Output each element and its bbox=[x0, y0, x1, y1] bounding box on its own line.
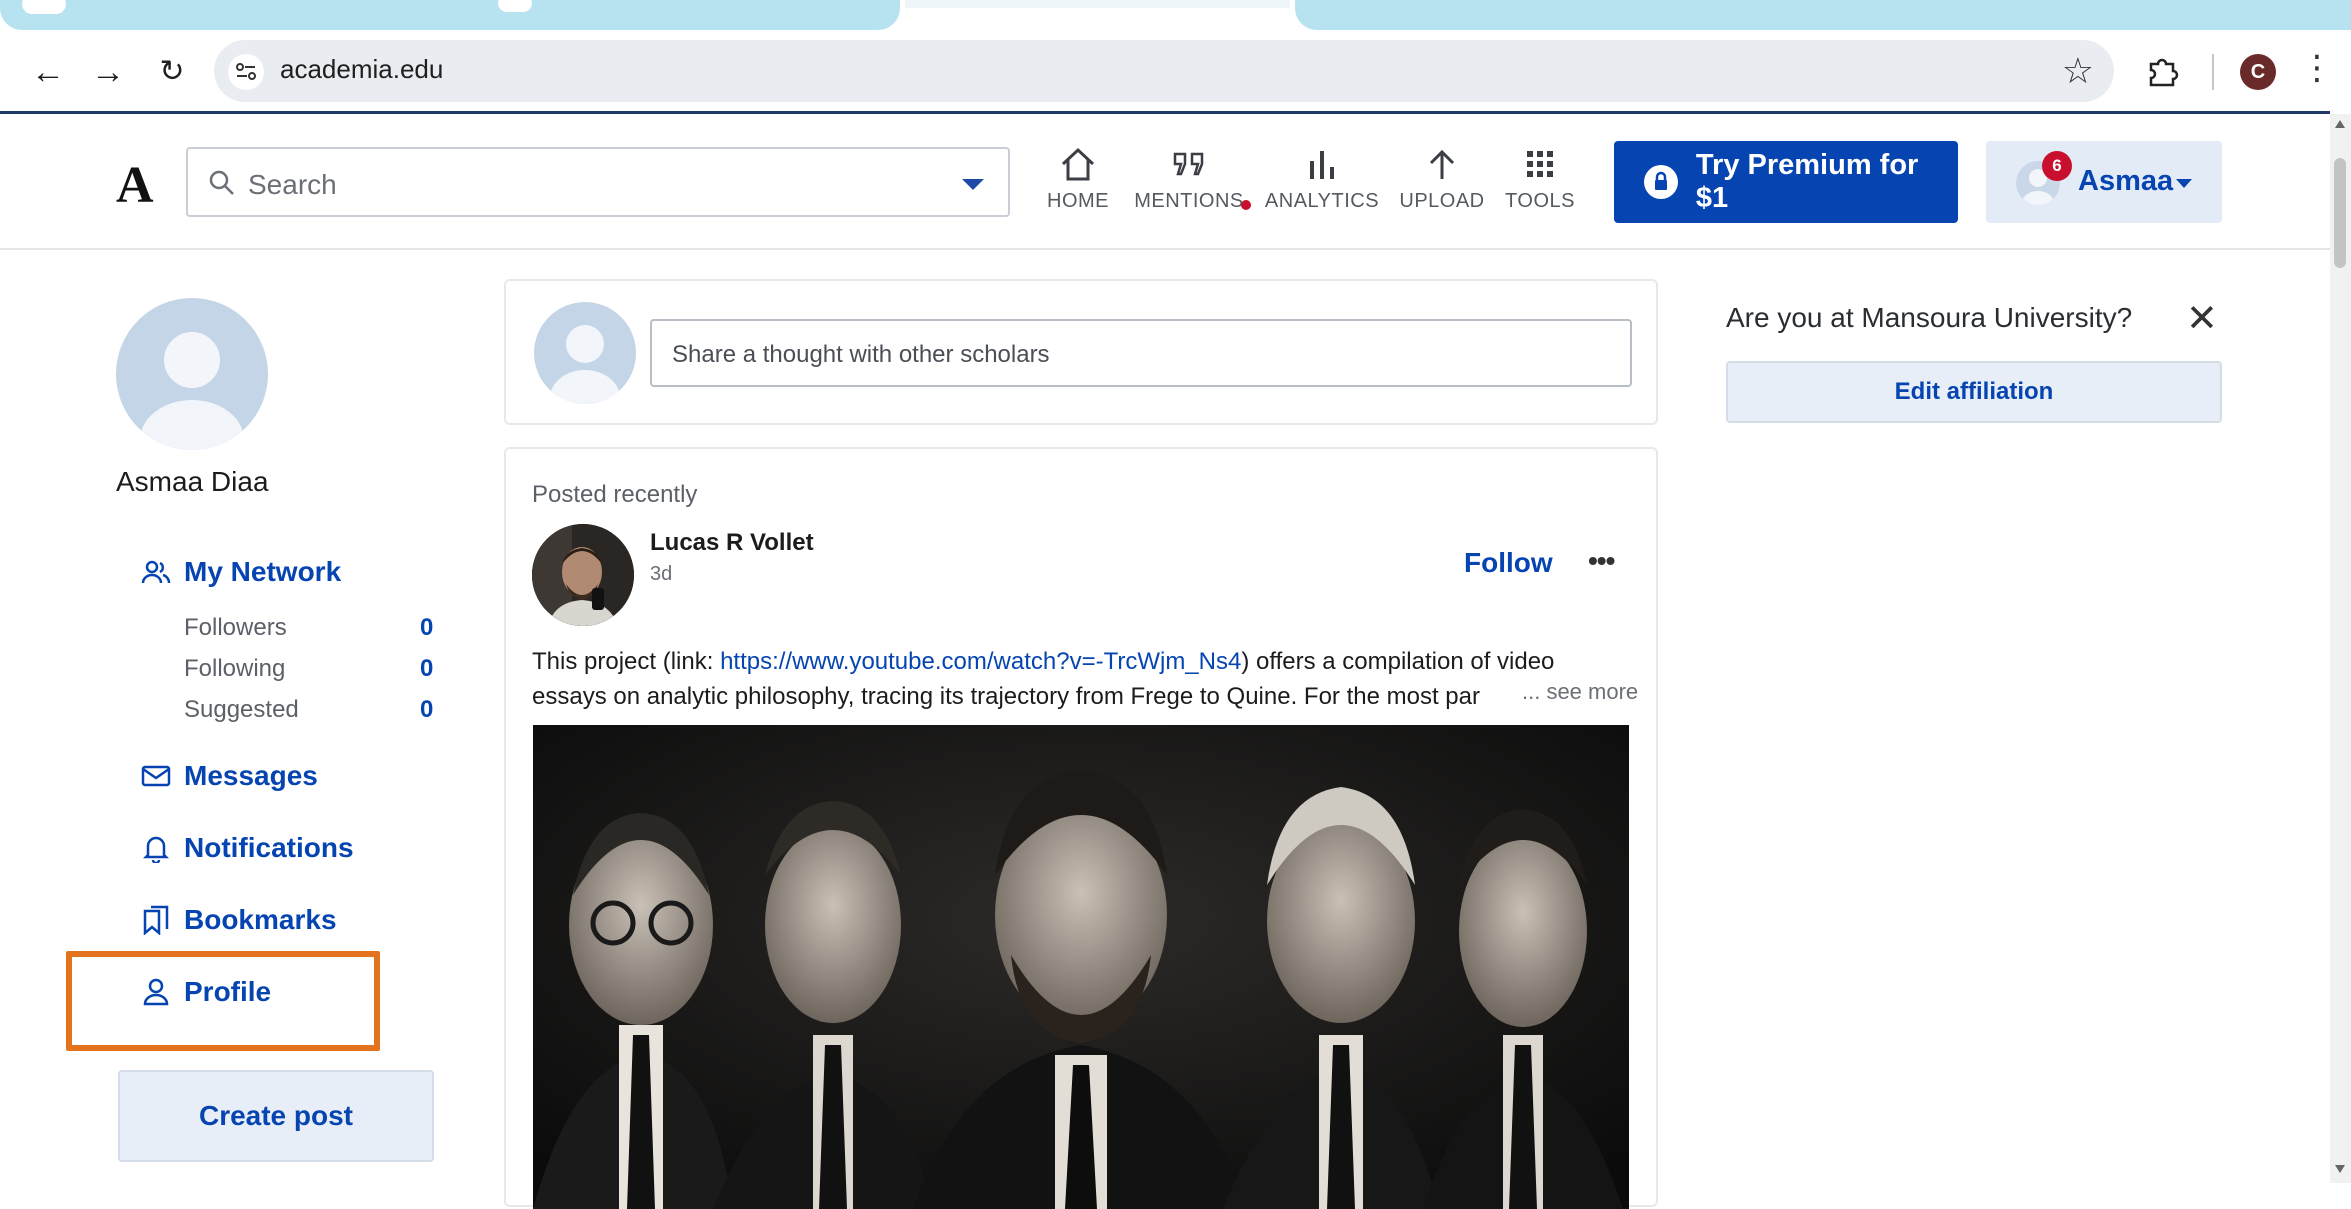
close-icon[interactable]: ✕ bbox=[2186, 296, 2218, 341]
browser-menu-icon[interactable]: ⋮ bbox=[2300, 48, 2334, 88]
browser-profile-avatar[interactable]: C bbox=[2240, 54, 2276, 90]
envelope-icon bbox=[140, 760, 172, 792]
profile-name[interactable]: Asmaa Diaa bbox=[116, 466, 269, 498]
nav-analytics[interactable]: ANALYTICS bbox=[1262, 142, 1382, 222]
search-icon bbox=[208, 169, 236, 202]
follow-button[interactable]: Follow bbox=[1464, 547, 1553, 579]
extensions-puzzle-icon[interactable] bbox=[2145, 54, 2179, 93]
grid-icon bbox=[1502, 142, 1578, 186]
sidebar-item-label: Messages bbox=[184, 760, 318, 791]
bar-chart-icon bbox=[1262, 142, 1382, 186]
url-text[interactable]: academia.edu bbox=[280, 54, 443, 85]
stat-followers[interactable]: Followers 0 bbox=[184, 614, 444, 642]
stat-label: Following bbox=[184, 655, 286, 682]
stat-following[interactable]: Following 0 bbox=[184, 655, 444, 683]
sidebar-item-bookmarks[interactable]: Bookmarks bbox=[140, 900, 337, 940]
post-body: This project (link: https://www.youtube.… bbox=[532, 644, 1632, 714]
post-text-start: This project (link: bbox=[532, 648, 721, 675]
nav-home[interactable]: HOME bbox=[1042, 142, 1114, 222]
try-premium-label: Try Premium for $1 bbox=[1695, 149, 1919, 214]
share-thought-input[interactable]: Share a thought with other scholars bbox=[650, 319, 1632, 387]
user-menu-button[interactable]: 6 Asmaa bbox=[1986, 141, 2222, 223]
stat-value: 0 bbox=[420, 655, 434, 682]
post-kicker: Posted recently bbox=[532, 481, 698, 508]
post-image[interactable] bbox=[533, 725, 1629, 1209]
lock-icon bbox=[1644, 165, 1678, 199]
user-menu-name: Asmaa bbox=[2078, 165, 2174, 197]
nav-home-label: HOME bbox=[1047, 190, 1109, 212]
stat-value: 0 bbox=[420, 696, 434, 723]
browser-toolbar: ← → ↻ academia.edu ☆ C ⋮ bbox=[0, 34, 2351, 114]
nav-tools[interactable]: TOOLS bbox=[1502, 142, 1578, 222]
stat-label: Suggested bbox=[184, 696, 299, 723]
browser-tab-active[interactable] bbox=[905, 0, 1290, 8]
address-bar[interactable]: academia.edu ☆ bbox=[214, 40, 2114, 102]
stat-label: Followers bbox=[184, 614, 287, 641]
nav-mentions[interactable]: MENTIONS bbox=[1133, 142, 1251, 222]
browser-tab-strip bbox=[0, 0, 2351, 34]
home-icon bbox=[1042, 142, 1114, 186]
sidebar-item-notifications[interactable]: Notifications bbox=[140, 828, 354, 868]
page-scrollbar[interactable] bbox=[2330, 114, 2351, 1183]
post-more-options-icon[interactable]: ••• bbox=[1588, 545, 1615, 577]
browser-tab[interactable] bbox=[1295, 0, 2351, 30]
quote-icon bbox=[1133, 142, 1245, 186]
academia-logo[interactable]: A bbox=[116, 156, 154, 215]
scroll-up-arrow-icon[interactable] bbox=[2335, 120, 2345, 128]
affiliation-question: Are you at Mansoura University? bbox=[1726, 302, 2133, 333]
sidebar-item-label: Bookmarks bbox=[184, 904, 337, 935]
back-arrow-icon[interactable]: ← bbox=[28, 52, 68, 92]
sidebar-item-my-network[interactable]: My Network bbox=[140, 552, 341, 592]
see-more-link[interactable]: ... see more bbox=[1508, 679, 1639, 705]
toolbar-divider bbox=[2212, 54, 2214, 90]
try-premium-button[interactable]: Try Premium for $1 bbox=[1614, 141, 1958, 223]
share-thought-placeholder: Share a thought with other scholars bbox=[672, 341, 1050, 368]
stat-suggested[interactable]: Suggested 0 bbox=[184, 696, 444, 724]
bell-icon bbox=[140, 832, 172, 864]
user-avatar bbox=[534, 302, 636, 404]
post-link[interactable]: https://www.youtube.com/watch?v=-TrcWjm_… bbox=[720, 648, 1241, 675]
browser-tab[interactable] bbox=[0, 0, 900, 30]
scrollbar-thumb[interactable] bbox=[2334, 158, 2346, 268]
share-thought-card: Share a thought with other scholars bbox=[504, 279, 1658, 425]
post-card: Posted recently Lucas R Vollet 3d Follow… bbox=[504, 447, 1658, 1209]
chevron-down-icon bbox=[2176, 179, 2192, 188]
create-post-button[interactable]: Create post bbox=[118, 1070, 434, 1162]
profile-avatar[interactable] bbox=[116, 298, 268, 450]
sidebar-item-label: Notifications bbox=[184, 832, 354, 863]
edit-affiliation-button[interactable]: Edit affiliation bbox=[1726, 361, 2222, 423]
site-header: A Search HOME MENTIONS ANALYTICS UPLOAD bbox=[0, 114, 2330, 250]
bookmark-star-icon[interactable]: ☆ bbox=[2062, 50, 2094, 92]
reload-icon[interactable]: ↻ bbox=[152, 52, 192, 92]
nav-analytics-label: ANALYTICS bbox=[1264, 190, 1380, 212]
profile-highlight-box bbox=[66, 951, 380, 1051]
nav-upload-label: UPLOAD bbox=[1399, 190, 1485, 212]
post-timestamp: 3d bbox=[650, 563, 673, 585]
notification-count-badge: 6 bbox=[2042, 151, 2072, 181]
author-avatar[interactable] bbox=[532, 524, 634, 626]
scroll-down-arrow-icon[interactable] bbox=[2335, 1165, 2345, 1173]
network-people-icon bbox=[140, 556, 172, 588]
mentions-unread-dot bbox=[1241, 200, 1251, 210]
nav-tools-label: TOOLS bbox=[1505, 190, 1575, 212]
bookmarks-icon bbox=[140, 904, 172, 936]
sidebar-item-label: My Network bbox=[184, 556, 342, 587]
forward-arrow-icon[interactable]: → bbox=[88, 52, 128, 92]
search-dropdown-icon[interactable] bbox=[962, 179, 984, 190]
post-author[interactable]: Lucas R Vollet bbox=[650, 529, 814, 557]
search-placeholder: Search bbox=[248, 169, 337, 200]
upload-arrow-icon bbox=[1398, 142, 1486, 186]
stat-value: 0 bbox=[420, 614, 434, 641]
site-settings-icon[interactable] bbox=[228, 54, 264, 90]
nav-mentions-label: MENTIONS bbox=[1134, 190, 1244, 212]
nav-upload[interactable]: UPLOAD bbox=[1398, 142, 1486, 222]
sidebar-item-messages[interactable]: Messages bbox=[140, 756, 318, 796]
search-input[interactable]: Search bbox=[186, 147, 1010, 217]
